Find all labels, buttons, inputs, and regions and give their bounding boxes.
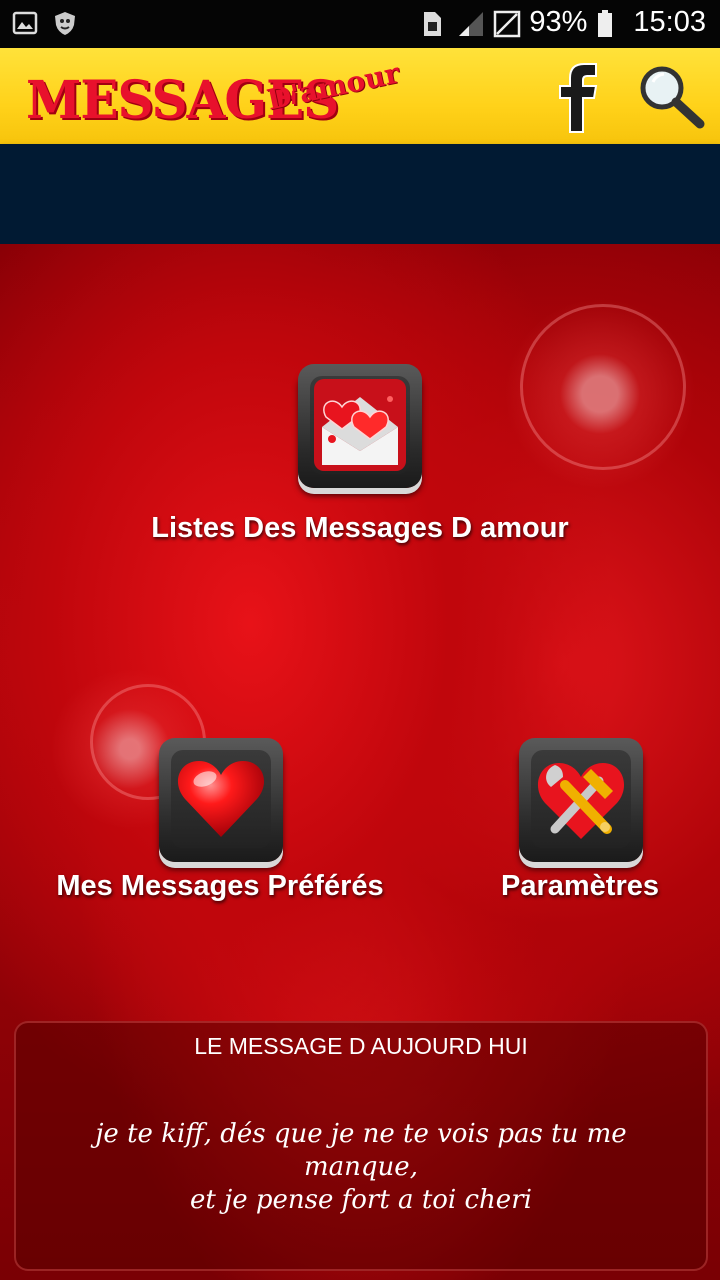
tools-heart-icon xyxy=(537,763,625,839)
facebook-icon xyxy=(559,63,598,133)
signal-icon xyxy=(457,10,484,36)
no-signal-icon xyxy=(493,10,521,37)
daily-message-line: je te kiff, dés que je ne te vois pas tu… xyxy=(95,1119,627,1182)
tile-favorites[interactable]: Mes Messages Préférés xyxy=(40,724,400,944)
tile-icon-frame xyxy=(519,738,643,862)
search-icon xyxy=(640,66,705,129)
sim-icon xyxy=(421,10,447,36)
banner-area xyxy=(0,144,720,244)
tile-messages-list[interactable]: Listes Des Messages D amour xyxy=(0,244,720,564)
tile-label-messages-list: Listes Des Messages D amour xyxy=(151,512,569,544)
daily-message-title: LE MESSAGE D AUJOURD HUI xyxy=(194,1033,528,1059)
search-button[interactable] xyxy=(636,62,706,132)
shield-icon xyxy=(52,10,78,36)
tile-settings[interactable]: Paramètres xyxy=(460,724,700,944)
daily-message-text: je te kiff, dés que je ne te vois pas tu… xyxy=(36,1118,686,1217)
clock: 15:03 xyxy=(633,6,706,38)
battery-icon xyxy=(597,9,623,37)
heart-icon xyxy=(177,761,265,837)
facebook-button[interactable] xyxy=(552,60,602,134)
app-header: MESSAGES D'amour xyxy=(0,48,720,144)
daily-message-line: et je pense fort a toi cheri xyxy=(190,1185,532,1215)
image-icon xyxy=(12,10,38,36)
tile-icon-frame xyxy=(298,364,422,488)
battery-percent: 93% xyxy=(529,6,588,38)
daily-message-card: LE MESSAGE D AUJOURD HUI je te kiff, dés… xyxy=(14,1021,708,1271)
tile-label-favorites: Mes Messages Préférés xyxy=(56,870,384,902)
status-bar: 93% 15:03 xyxy=(0,0,720,48)
hearts-envelope-icon xyxy=(314,379,406,471)
tile-icon-frame xyxy=(159,738,283,862)
main-menu-area: Listes Des Messages D amour Mes Messages… xyxy=(0,244,720,1280)
tile-label-settings: Paramètres xyxy=(501,870,659,902)
